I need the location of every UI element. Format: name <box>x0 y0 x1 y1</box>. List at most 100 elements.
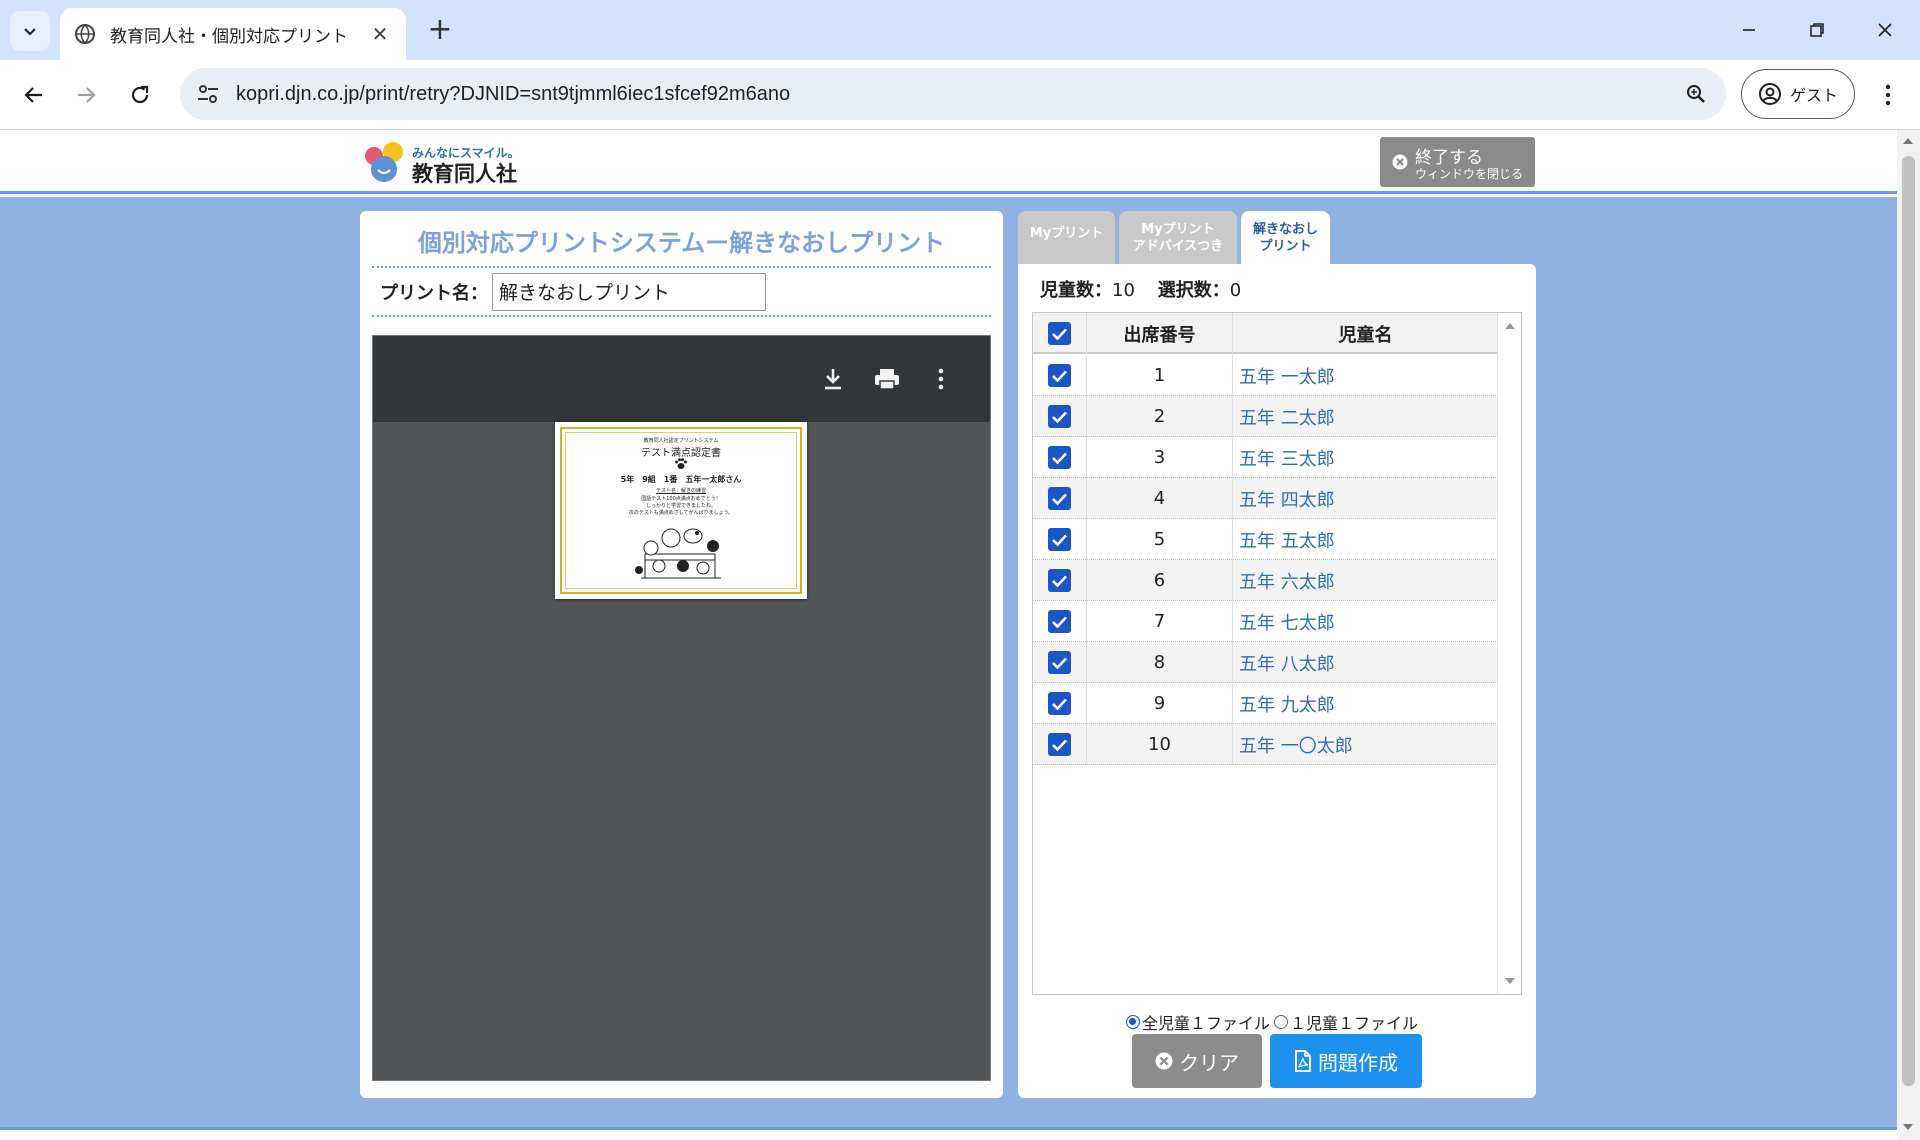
student-name-link[interactable]: 五年 七太郎 <box>1233 601 1498 642</box>
url-text[interactable]: kopri.djn.co.jp/print/retry?DJNID=snt9tj… <box>236 83 1676 106</box>
table-row[interactable]: 8 五年 八太郎 <box>1033 642 1498 683</box>
table-row[interactable]: 9 五年 九太郎 <box>1033 683 1498 724</box>
restore-button[interactable] <box>1782 10 1852 50</box>
zoom-button[interactable] <box>1676 74 1716 114</box>
check-icon <box>1052 575 1067 587</box>
pdf-download-button[interactable] <box>816 362 850 396</box>
create-problem-button[interactable]: 問題作成 <box>1270 1034 1422 1088</box>
row-checkbox-cell <box>1033 396 1087 437</box>
tab-retry-print[interactable]: 解きなおし プリント <box>1241 211 1330 269</box>
close-circle-icon <box>1392 154 1408 170</box>
selected-count-value: 0 <box>1229 280 1242 301</box>
row-checkbox[interactable] <box>1048 487 1071 510</box>
page-scrollbar[interactable] <box>1897 130 1920 1140</box>
radio-each-student[interactable] <box>1274 1015 1289 1029</box>
row-checkbox[interactable] <box>1048 692 1071 715</box>
attendance-number: 8 <box>1087 642 1233 683</box>
tab-my-print-label: Myプリント <box>1029 226 1104 241</box>
row-checkbox[interactable] <box>1048 405 1071 428</box>
table-row[interactable]: 5 五年 五太郎 <box>1033 519 1498 560</box>
scroll-up-icon[interactable] <box>1505 323 1515 329</box>
page-scroll-up-icon[interactable] <box>1903 138 1913 144</box>
student-name-link[interactable]: 五年 一太郎 <box>1233 355 1498 396</box>
address-bar[interactable]: kopri.djn.co.jp/print/retry?DJNID=snt9tj… <box>180 68 1726 120</box>
student-name-link[interactable]: 五年 五太郎 <box>1233 519 1498 560</box>
table-row[interactable]: 6 五年 六太郎 <box>1033 560 1498 601</box>
minimize-button[interactable] <box>1714 10 1784 50</box>
student-name-link[interactable]: 五年 四太郎 <box>1233 478 1498 519</box>
header-name: 児童名 <box>1338 324 1393 346</box>
row-checkbox[interactable] <box>1048 364 1071 387</box>
row-checkbox-cell <box>1033 601 1087 642</box>
reload-button[interactable] <box>120 75 160 115</box>
attendance-number: 7 <box>1087 601 1233 642</box>
student-name-link[interactable]: 五年 八太郎 <box>1233 642 1498 683</box>
row-checkbox[interactable] <box>1048 610 1071 633</box>
site-settings-icon[interactable] <box>194 80 222 108</box>
reload-icon <box>131 85 149 104</box>
attendance-number: 1 <box>1087 355 1233 396</box>
clear-button[interactable]: クリア <box>1132 1034 1262 1088</box>
new-tab-button[interactable]: + <box>424 14 456 46</box>
check-icon <box>1052 452 1067 464</box>
scroll-down-icon[interactable] <box>1505 978 1515 984</box>
back-button[interactable] <box>14 75 54 115</box>
site-logo[interactable]: みんなにスマイル。 教育同人社 <box>362 140 522 186</box>
student-list-scrollbar[interactable] <box>1497 313 1521 994</box>
output-option-group: 全児童１ファイル １児童１ファイル <box>1126 1010 1418 1034</box>
row-checkbox[interactable] <box>1048 651 1071 674</box>
tab-my-print-advice-label: Myプリント <box>1141 222 1215 237</box>
pdf-viewer[interactable]: 教育同人社認定プリントシステム テスト満点認定書 5年 9組 1番 五年一太郎さ… <box>372 335 991 1081</box>
cartoon-illustration <box>635 528 721 579</box>
tab-my-print-advice-sublabel: アドバイスつき <box>1132 239 1224 254</box>
pdf-print-button[interactable] <box>870 362 904 396</box>
page-scroll-down-icon[interactable] <box>1903 1124 1913 1130</box>
exit-button-sublabel: ウィンドウを閉じる <box>1415 167 1524 181</box>
row-checkbox[interactable] <box>1048 446 1071 469</box>
tab-my-print-advice[interactable]: Myプリント アドバイスつき <box>1119 211 1237 266</box>
table-row[interactable]: 7 五年 七太郎 <box>1033 601 1498 642</box>
browser-menu-button[interactable] <box>1870 75 1906 115</box>
profile-button[interactable]: ゲスト <box>1741 69 1855 119</box>
select-all-cell <box>1033 313 1087 354</box>
select-all-checkbox[interactable] <box>1048 322 1071 345</box>
check-icon <box>1052 328 1067 340</box>
row-checkbox-cell <box>1033 437 1087 478</box>
student-name-link[interactable]: 五年 一〇太郎 <box>1233 724 1498 765</box>
table-row[interactable]: 1 五年 一太郎 <box>1033 355 1498 396</box>
paw-icon <box>675 458 687 469</box>
tab-my-print[interactable]: Myプリント <box>1018 211 1115 266</box>
browser-tab-active[interactable]: 教育同人社・個別対応プリント ✕ <box>60 8 406 60</box>
page-scroll-thumb[interactable] <box>1902 156 1915 1086</box>
chevron-down-icon <box>24 28 36 36</box>
student-name-link[interactable]: 五年 九太郎 <box>1233 683 1498 724</box>
student-selection-panel: 児童数：10 選択数：0 出席番号 児童名 1 五年 一太郎 2 五年 二太郎 3 五年 … <box>1018 264 1536 1098</box>
table-row[interactable]: 3 五年 三太郎 <box>1033 437 1498 478</box>
row-checkbox[interactable] <box>1048 733 1071 756</box>
close-window-button[interactable] <box>1850 10 1920 50</box>
student-name-link[interactable]: 五年 三太郎 <box>1233 437 1498 478</box>
exit-button[interactable]: 終了する ウィンドウを閉じる <box>1380 137 1535 187</box>
students-count-value: 10 <box>1112 280 1135 301</box>
main-content: 個別対応プリントシステムー解きなおしプリント プリント名： 解きなおしプリント <box>0 197 1897 1127</box>
radio-each-student-label[interactable]: １児童１ファイル <box>1290 1010 1418 1034</box>
student-name-link[interactable]: 五年 二太郎 <box>1233 396 1498 437</box>
pdf-more-button[interactable] <box>924 362 958 396</box>
table-row[interactable]: 2 五年 二太郎 <box>1033 396 1498 437</box>
table-row[interactable]: 4 五年 四太郎 <box>1033 478 1498 519</box>
tab-close-icon[interactable]: ✕ <box>368 22 392 46</box>
certificate-message-3: 次のテストも満点めざしてがんばりましょう。 <box>628 510 734 516</box>
tab-search-button[interactable] <box>10 11 50 51</box>
pdf-page-thumbnail: 教育同人社認定プリントシステム テスト満点認定書 5年 9組 1番 五年一太郎さ… <box>555 422 807 599</box>
check-icon <box>1052 370 1067 382</box>
radio-all-students-label[interactable]: 全児童１ファイル <box>1142 1010 1270 1034</box>
radio-all-students[interactable] <box>1126 1015 1140 1029</box>
print-name-input[interactable]: 解きなおしプリント <box>492 273 766 311</box>
print-icon <box>875 369 899 390</box>
forward-button[interactable] <box>66 75 106 115</box>
row-checkbox[interactable] <box>1048 569 1071 592</box>
row-checkbox[interactable] <box>1048 528 1071 551</box>
table-row[interactable]: 10 五年 一〇太郎 <box>1033 724 1498 765</box>
profile-label: ゲスト <box>1789 86 1838 105</box>
student-name-link[interactable]: 五年 六太郎 <box>1233 560 1498 601</box>
